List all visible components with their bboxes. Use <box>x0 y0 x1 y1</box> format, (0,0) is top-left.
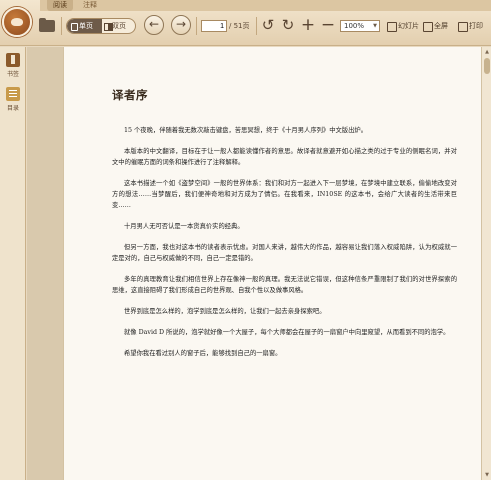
print-button[interactable]: 打印 <box>458 20 483 32</box>
paragraph: 本版本的中文翻译，目标在于让一般人都能读懂作者的意思。故译者就意避开如心描之类的… <box>112 148 457 166</box>
page-number-input[interactable] <box>201 20 227 32</box>
arrow-right-icon: → <box>175 17 187 31</box>
paragraph: 就像 David D 所说的，泡学就好像一个大屋子，每个大师都会在屋子的一扇窗户… <box>124 329 450 336</box>
page-total: / 51页 <box>229 22 250 30</box>
paragraph: 多年的真理教育让我们相信世界上存在像神一般的真理。我无法说它错误，但这种信条严重… <box>112 276 457 294</box>
toolbar: 阅读 注释 单页 双页 ← → / 51页 ↺ ↻ + − 100% 幻灯片 全… <box>0 0 491 46</box>
next-page-button[interactable]: → <box>171 15 191 35</box>
slideshow-button[interactable]: 幻灯片 <box>387 20 419 32</box>
paragraph: 但另一方面，我也对这本书的读者表示忧虑。对国人来讲，越伟大的作品，越容易让我们落… <box>112 244 457 262</box>
double-page-button[interactable]: 双页 <box>102 19 135 33</box>
zoom-in-icon[interactable]: + <box>300 17 316 34</box>
paragraph: 希望你我在看过别人的窗子后，能够找到自己的一扇窗。 <box>124 350 282 357</box>
single-page-button[interactable]: 单页 <box>67 19 102 33</box>
divider <box>61 17 62 35</box>
sidebar-item-toc[interactable]: 目录 <box>2 87 24 112</box>
arrow-left-icon: ← <box>148 17 160 31</box>
scroll-down-icon[interactable]: ▼ <box>483 471 491 479</box>
page-title: 译者序 <box>112 88 148 102</box>
zoom-value: 100% <box>344 22 365 30</box>
sidebar-item-bookmarks[interactable]: 书签 <box>2 53 24 78</box>
tab-annotate[interactable]: 注释 <box>77 0 103 11</box>
scroll-thumb[interactable] <box>484 58 490 74</box>
paragraph: 15 个夜晚，伴随着我无数次敲击键盘，苦思冥想，终于《十月男人序列》中文版出炉。 <box>124 127 367 134</box>
paragraph: 这本书描述一个如《盗梦空间》一般的世界体系：我们和对方一起进入下一层梦境，在梦境… <box>112 180 457 209</box>
fullscreen-button[interactable]: 全屏 <box>423 20 448 32</box>
divider <box>256 17 257 35</box>
document-page: 译者序 15 个夜晚，伴随着我无数次敲击键盘，苦思冥想，终于《十月男人序列》中文… <box>63 47 483 480</box>
tab-bar <box>40 0 491 11</box>
page-mode-toggle: 单页 双页 <box>66 18 136 34</box>
sidebar: 书签 目录 <box>0 47 26 480</box>
prev-page-button[interactable]: ← <box>144 15 164 35</box>
divider <box>196 17 197 35</box>
tab-read[interactable]: 阅读 <box>47 0 73 11</box>
open-folder-icon[interactable] <box>38 18 56 33</box>
rotate-right-icon[interactable]: ↻ <box>280 17 296 33</box>
zoom-select[interactable]: 100% <box>340 20 380 32</box>
vertical-scrollbar[interactable]: ▲ ▼ <box>481 47 491 480</box>
paragraph: 世界到底是怎么样的，泡学到底是怎么样的，让我们一起去亲身探索吧。 <box>124 308 326 315</box>
scroll-up-icon[interactable]: ▲ <box>483 48 491 56</box>
print-label: 打印 <box>469 22 483 30</box>
slideshow-label: 幻灯片 <box>398 22 419 30</box>
bookmark-icon <box>6 53 20 67</box>
app-logo[interactable] <box>2 4 32 40</box>
sidebar-item-label: 书签 <box>6 71 19 78</box>
app-logo-icon <box>2 7 32 37</box>
sidebar-item-label: 目录 <box>6 105 19 112</box>
paragraph: 十月男人无可否认是一本货真价实的经典。 <box>124 223 244 230</box>
toc-icon <box>6 87 20 101</box>
fullscreen-label: 全屏 <box>434 22 448 30</box>
zoom-out-icon[interactable]: − <box>320 17 336 34</box>
rotate-left-icon[interactable]: ↺ <box>260 17 276 33</box>
document-viewport[interactable]: 译者序 15 个夜晚，伴随着我无数次敲击键盘，苦思冥想，终于《十月男人序列》中文… <box>27 47 483 480</box>
